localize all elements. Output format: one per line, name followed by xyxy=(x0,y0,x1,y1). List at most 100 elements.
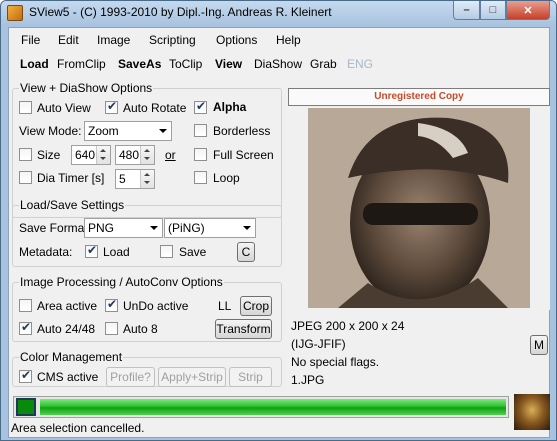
view-mode-value: Zoom xyxy=(88,124,119,138)
alpha-checkbox[interactable] xyxy=(194,99,207,114)
transform-button[interactable]: Transform xyxy=(215,319,272,339)
borderless-label: Borderless xyxy=(213,124,271,138)
crop-button[interactable]: Crop xyxy=(240,296,272,316)
dia-timer-input[interactable]: 5 xyxy=(115,169,155,189)
auto-rotate-label: Auto Rotate xyxy=(123,101,187,115)
auto-rotate-checkbox[interactable] xyxy=(105,99,118,114)
undo-active-checkbox[interactable] xyxy=(105,297,118,312)
save-format-select[interactable]: PNG xyxy=(84,218,163,238)
menu-help[interactable]: Help xyxy=(276,33,301,47)
thumbnail-image[interactable] xyxy=(514,394,550,430)
area-active-label: Area active xyxy=(37,299,98,313)
save-format-label: Save Format: xyxy=(19,221,92,235)
maximize-button[interactable]: □ xyxy=(480,1,506,20)
cms-active-label: CMS active xyxy=(37,370,99,384)
auto-24-48-checkbox[interactable] xyxy=(19,320,32,335)
diashow-button[interactable]: DiaShow xyxy=(254,57,302,71)
title-bar[interactable]: SView5 - (C) 1993-2010 by Dipl.-Ing. And… xyxy=(1,1,556,25)
menu-file[interactable]: File xyxy=(21,33,40,47)
menu-edit[interactable]: Edit xyxy=(58,33,79,47)
chevron-down-icon xyxy=(243,226,251,230)
area-active-checkbox[interactable] xyxy=(19,299,32,312)
menu-image[interactable]: Image xyxy=(97,33,130,47)
undo-active-label: UnDo active xyxy=(123,299,189,313)
dia-timer-label: Dia Timer [s] xyxy=(37,171,105,185)
grab-button[interactable]: Grab xyxy=(310,57,337,71)
close-button[interactable]: ✕ xyxy=(506,1,550,20)
size-checkbox[interactable] xyxy=(19,148,32,161)
alpha-label: Alpha xyxy=(213,100,247,114)
metadata-label: Metadata: xyxy=(19,245,73,259)
image-info-codec: (IJG-JFIF) xyxy=(291,337,346,351)
menu-bar: File Edit Image Scripting Options Help xyxy=(9,28,549,52)
spinner-arrows-icon[interactable] xyxy=(140,146,154,164)
color-management-title: Color Management xyxy=(19,350,124,364)
auto-view-checkbox[interactable] xyxy=(19,101,32,114)
dia-timer-checkbox[interactable] xyxy=(19,171,32,184)
client-area: File Edit Image Scripting Options Help L… xyxy=(8,27,550,438)
view-button[interactable]: View xyxy=(215,57,242,71)
progress-indicator-icon[interactable] xyxy=(16,398,36,416)
strip-button: Strip xyxy=(229,367,272,387)
app-window: SView5 - (C) 1993-2010 by Dipl.-Ing. And… xyxy=(0,0,557,441)
view-mode-label: View Mode: xyxy=(19,124,82,138)
app-icon xyxy=(7,5,23,21)
progress-fill xyxy=(40,399,506,415)
ll-label: LL xyxy=(218,299,232,313)
fromclip-button[interactable]: FromClip xyxy=(57,57,106,71)
metadata-c-button[interactable]: C xyxy=(237,242,255,262)
size-height-value: 480 xyxy=(119,148,140,162)
load-save-title: Load/Save Settings xyxy=(19,198,126,212)
full-screen-label: Full Screen xyxy=(213,148,274,162)
auto-view-label: Auto View xyxy=(37,101,91,115)
chevron-down-icon xyxy=(159,129,167,133)
dia-timer-value: 5 xyxy=(119,172,126,186)
status-text: Area selection cancelled. xyxy=(11,421,145,435)
auto-24-48-label: Auto 24/48 xyxy=(37,322,96,336)
profile-button: Profile? xyxy=(106,367,155,387)
save-format-ext-value: (PiNG) xyxy=(168,221,205,235)
toclip-button[interactable]: ToClip xyxy=(169,57,202,71)
minimize-button[interactable]: – xyxy=(453,1,480,20)
metadata-load-checkbox[interactable] xyxy=(85,243,98,258)
metadata-save-checkbox[interactable] xyxy=(160,245,173,258)
menu-scripting[interactable]: Scripting xyxy=(149,33,196,47)
cms-active-checkbox[interactable] xyxy=(19,368,32,383)
spinner-arrows-icon[interactable] xyxy=(96,146,110,164)
image-processing-title: Image Processing / AutoConv Options xyxy=(19,275,224,289)
metadata-load-label: Load xyxy=(103,245,130,259)
image-info-format: JPEG 200 x 200 x 24 xyxy=(291,319,405,333)
save-format-value: PNG xyxy=(88,221,115,235)
size-width-input[interactable]: 640 xyxy=(71,145,111,165)
loop-checkbox[interactable] xyxy=(194,171,207,184)
window-title: SView5 - (C) 1993-2010 by Dipl.-Ing. And… xyxy=(29,5,332,19)
m-button[interactable]: M xyxy=(530,335,548,355)
preview-panel: Unregistered Copy xyxy=(288,88,550,310)
auto-8-label: Auto 8 xyxy=(123,322,158,336)
view-mode-select[interactable]: Zoom xyxy=(84,121,172,141)
auto-8-checkbox[interactable] xyxy=(105,322,118,335)
unregistered-banner: Unregistered Copy xyxy=(288,88,550,106)
spinner-arrows-icon[interactable] xyxy=(140,170,154,188)
size-width-value: 640 xyxy=(75,148,96,162)
image-preview[interactable] xyxy=(308,108,530,308)
toolbar: Load FromClip SaveAs ToClip View DiaShow… xyxy=(9,52,549,76)
portrait-photo xyxy=(308,108,530,308)
save-format-ext-select[interactable]: (PiNG) xyxy=(164,218,256,238)
image-info-flags: No special flags. xyxy=(291,355,380,369)
size-height-input[interactable]: 480 xyxy=(115,145,155,165)
borderless-checkbox[interactable] xyxy=(194,124,207,137)
load-button[interactable]: Load xyxy=(20,57,49,71)
menu-options[interactable]: Options xyxy=(216,33,257,47)
progress-bar xyxy=(13,396,509,418)
apply-strip-button: Apply+Strip xyxy=(158,367,226,387)
view-options-title: View + DiaShow Options xyxy=(19,81,154,95)
chevron-down-icon xyxy=(150,226,158,230)
loop-label: Loop xyxy=(213,171,240,185)
size-label: Size xyxy=(37,148,61,162)
full-screen-checkbox[interactable] xyxy=(194,148,207,161)
image-info-filename: 1.JPG xyxy=(291,373,325,387)
eng-button: ENG xyxy=(347,57,374,71)
or-link[interactable]: or xyxy=(165,148,176,162)
saveas-button[interactable]: SaveAs xyxy=(118,57,161,71)
